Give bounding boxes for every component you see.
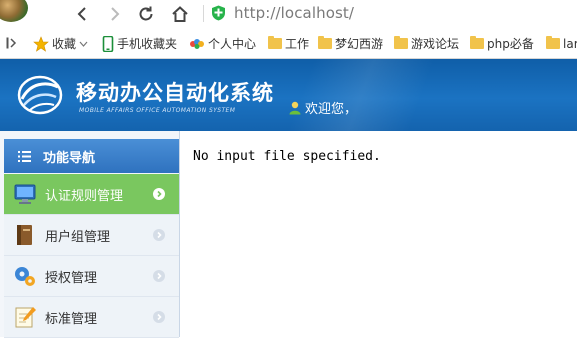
user-icon (289, 101, 301, 114)
welcome-banner: 欢迎您， (289, 98, 357, 117)
home-icon (172, 6, 188, 22)
welcome-text: 欢迎您， (305, 102, 358, 117)
book-icon (17, 225, 32, 245)
bookmark-folder-forum[interactable]: 游戏论坛 (394, 35, 459, 52)
profile-avatar[interactable] (0, 0, 28, 22)
bookmark-label: 游戏论坛 (411, 37, 460, 51)
sidebar-item-auth-rules[interactable]: 认证规则管理 (4, 174, 179, 215)
bookmark-folder-php[interactable]: php必备 (470, 35, 534, 52)
back-arrow-icon (77, 7, 86, 21)
chevron-down-icon (79, 41, 88, 47)
reload-button[interactable] (135, 3, 157, 25)
back-button[interactable] (71, 3, 93, 25)
chevron-right-icon (153, 270, 165, 282)
secure-shield-icon (212, 5, 225, 21)
sidebar-item-user-groups[interactable]: 用户组管理 (4, 215, 179, 256)
china-mobile-logo-icon (17, 75, 63, 115)
gears-icon (15, 267, 35, 286)
star-icon (33, 35, 49, 52)
sidebar-heading: 功能导航 (4, 139, 179, 173)
folder-icon (470, 36, 484, 49)
forward-button[interactable] (104, 3, 126, 25)
notepad-icon (15, 307, 36, 328)
app-header: 移动办公自动化系统 MOBILE AFFAIRS OFFICE AUTOMATI… (0, 59, 577, 131)
folder-icon (268, 36, 282, 49)
chevron-right-icon (153, 229, 165, 241)
sidebar-toggle-icon[interactable] (6, 37, 18, 49)
bookmark-label: php必备 (487, 37, 534, 51)
app-subtitle: MOBILE AFFAIRS OFFICE AUTOMATION SYSTEM (79, 107, 236, 114)
bookmark-folder-game[interactable]: 梦幻西游 (318, 35, 383, 52)
sidebar-item-standards[interactable]: 标准管理 (4, 297, 179, 338)
bookmarks-bar: 收藏 手机收藏夹 个人中心 工作 梦幻西游 游戏论坛 php必备 lar (0, 29, 577, 59)
bookmark-label: 个人中心 (208, 37, 257, 51)
bookmark-label: 收藏 (52, 37, 77, 51)
phone-icon (102, 35, 114, 52)
chevron-right-icon (153, 311, 165, 323)
list-icon (18, 150, 31, 162)
url-field[interactable]: http://localhost/ (234, 4, 354, 22)
bookmark-folder-work[interactable]: 工作 (268, 35, 309, 52)
reload-icon (139, 6, 153, 21)
colorful-logo-icon (190, 38, 204, 49)
bookmark-personal[interactable]: 个人中心 (189, 35, 256, 52)
chevron-right-icon (153, 188, 165, 200)
folder-icon (546, 36, 560, 49)
app-title: 移动办公自动化系统 (76, 81, 274, 105)
home-button[interactable] (169, 3, 191, 25)
sidebar: 功能导航 认证规则管理 用户组管理 授权管理 标准管理 (0, 131, 180, 338)
bookmark-label: 梦幻西游 (335, 37, 384, 51)
folder-icon (394, 36, 408, 49)
bookmark-mobile[interactable]: 手机收藏夹 (102, 35, 177, 52)
bookmark-favorites[interactable]: 收藏 (33, 35, 88, 52)
bookmark-folder-lar[interactable]: lar (546, 35, 577, 52)
bookmark-label: 工作 (285, 37, 310, 51)
browser-address-row: http://localhost/ (0, 0, 577, 29)
sidebar-item-authorization[interactable]: 授权管理 (4, 256, 179, 297)
sidebar-item-label: 标准管理 (45, 311, 98, 327)
forward-arrow-icon (111, 7, 120, 21)
content-message: No input file specified. (193, 149, 381, 164)
sidebar-heading-label: 功能导航 (43, 150, 96, 166)
bookmark-label: lar (563, 36, 577, 51)
monitor-icon (14, 184, 36, 204)
sidebar-item-label: 认证规则管理 (45, 188, 124, 204)
sidebar-item-label: 授权管理 (45, 270, 98, 286)
folder-icon (318, 36, 332, 49)
sidebar-item-label: 用户组管理 (45, 229, 111, 245)
url-divider (203, 5, 204, 22)
bookmark-label: 手机收藏夹 (117, 37, 178, 51)
